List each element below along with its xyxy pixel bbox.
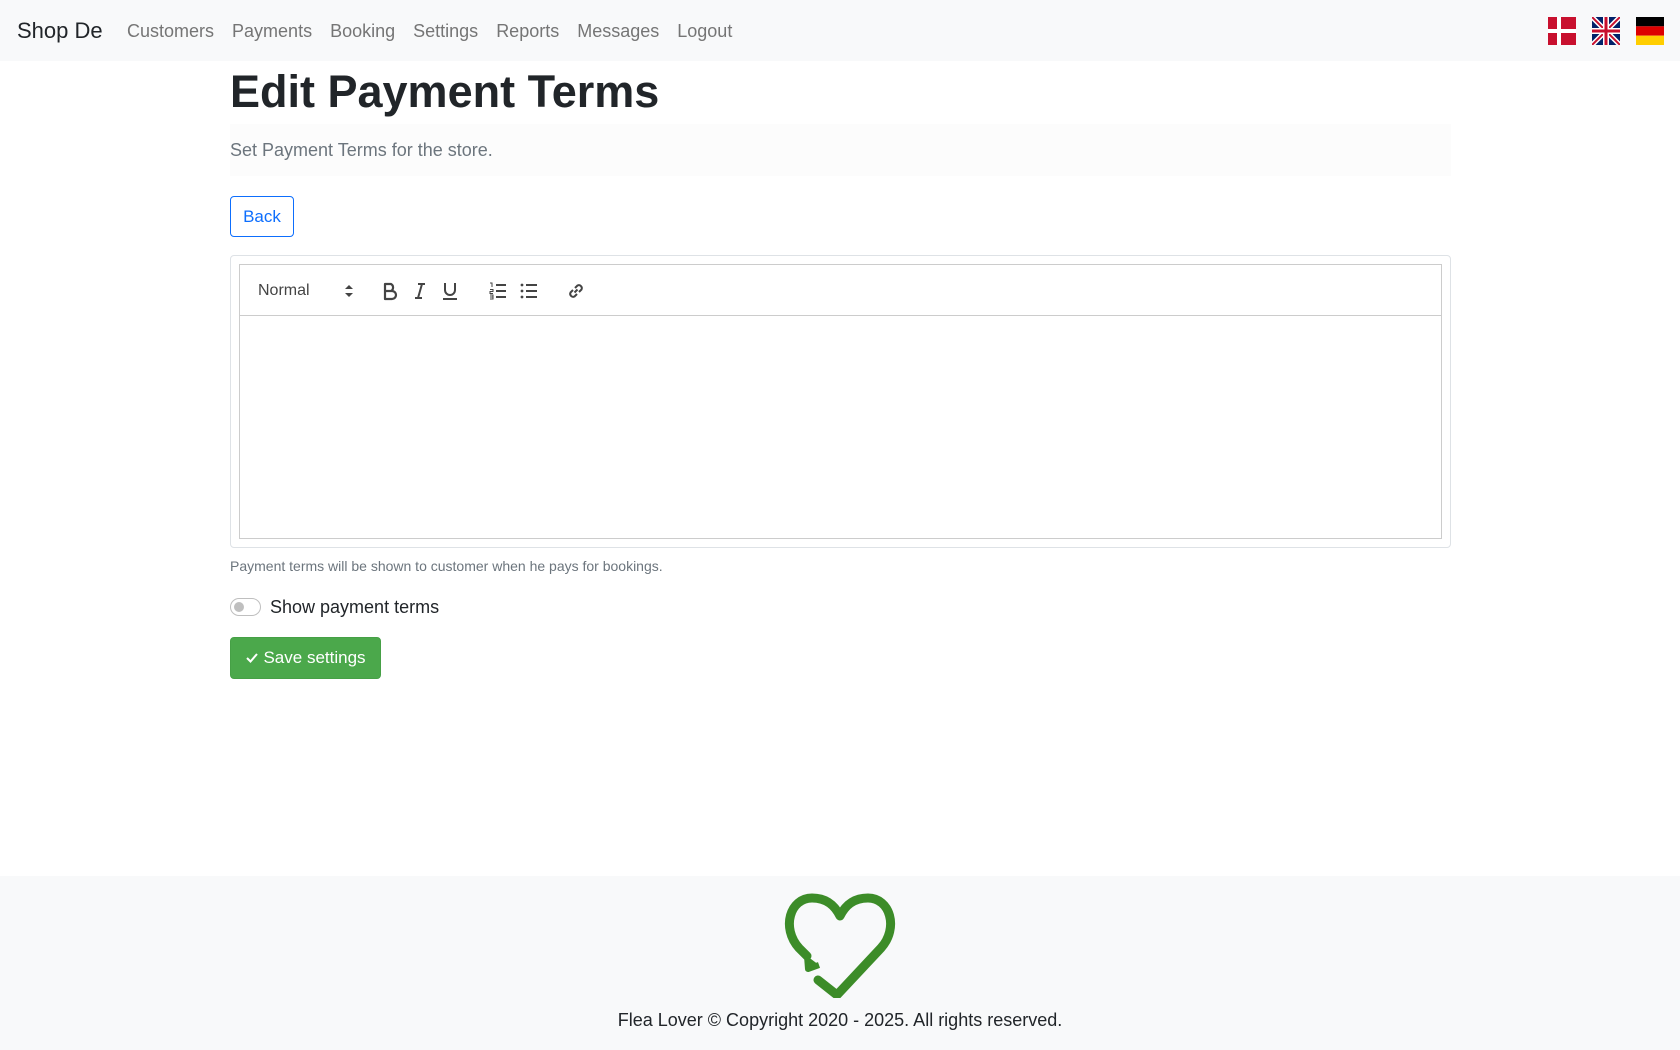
nav-link-customers[interactable]: Customers (127, 19, 214, 43)
italic-button[interactable] (407, 278, 433, 304)
top-navbar: Shop De Customers Payments Booking Setti… (0, 0, 1680, 61)
nav-link-payments[interactable]: Payments (232, 19, 312, 43)
italic-icon (415, 283, 425, 299)
copyright-text: Flea Lover © Copyright 2020 - 2025. All … (617, 1010, 1063, 1030)
show-payment-terms-row: Show payment terms (230, 595, 439, 619)
bold-icon (383, 282, 398, 301)
nav-link-reports[interactable]: Reports (496, 19, 559, 43)
uk-flag-icon[interactable] (1592, 17, 1620, 45)
ordered-list-button[interactable] (485, 278, 511, 304)
page-lead: Set Payment Terms for the store. (230, 140, 493, 160)
help-text: Payment terms will be shown to customer … (230, 558, 663, 574)
format-select-value: Normal (258, 282, 310, 299)
editor-content-area[interactable] (240, 316, 1441, 538)
language-flags (1548, 17, 1664, 45)
nav-link-messages[interactable]: Messages (577, 19, 659, 43)
show-payment-terms-label[interactable]: Show payment terms (270, 595, 439, 619)
bullet-list-icon (520, 283, 537, 299)
recycle-heart-logo (784, 893, 896, 998)
german-flag-icon[interactable] (1636, 17, 1664, 45)
underline-button[interactable] (437, 278, 463, 304)
save-settings-button[interactable]: Save settings (230, 637, 381, 679)
checkmark-icon (246, 653, 259, 663)
link-icon (569, 284, 583, 298)
nav-link-logout[interactable]: Logout (677, 19, 732, 43)
brand-link[interactable]: Shop De (17, 17, 103, 45)
toggle-knob (234, 602, 244, 612)
show-payment-terms-toggle[interactable] (230, 598, 261, 616)
bold-button[interactable] (377, 278, 403, 304)
nav-links: Customers Payments Booking Settings Repo… (127, 19, 750, 43)
save-settings-label: Save settings (263, 648, 366, 667)
select-arrows-icon (345, 285, 353, 297)
rich-text-editor: Normal (230, 255, 1451, 548)
editor-toolbar: Normal (240, 265, 1441, 316)
ordered-list-icon (489, 282, 506, 300)
link-button[interactable] (563, 278, 589, 304)
back-button[interactable]: Back (230, 196, 294, 237)
danish-flag-icon[interactable] (1548, 17, 1576, 45)
nav-link-settings[interactable]: Settings (413, 19, 478, 43)
page-title: Edit Payment Terms (230, 66, 660, 117)
footer: Flea Lover © Copyright 2020 - 2025. All … (0, 876, 1680, 1050)
underline-icon (443, 283, 457, 300)
bullet-list-button[interactable] (516, 278, 542, 304)
nav-link-booking[interactable]: Booking (330, 19, 395, 43)
format-select[interactable]: Normal (258, 279, 354, 303)
editor-frame: Normal (239, 264, 1442, 539)
